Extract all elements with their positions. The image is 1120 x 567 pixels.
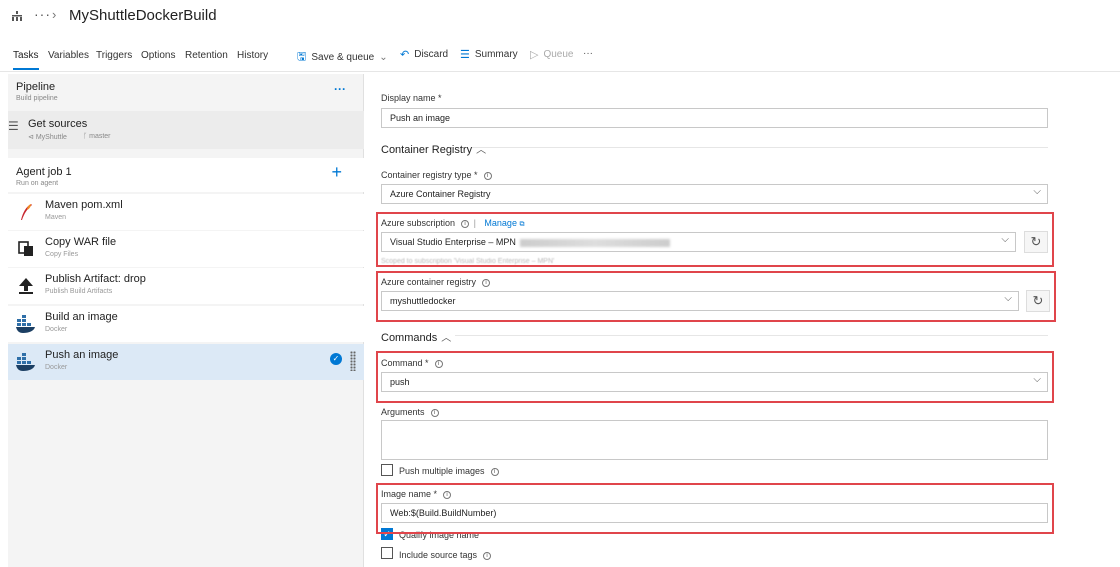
- toolbar-more-button[interactable]: ···: [583, 48, 593, 59]
- save-icon: 🖫: [297, 51, 307, 63]
- breadcrumb-chevron-icon: ›: [52, 7, 57, 22]
- repo-icon: ⊲: [28, 134, 34, 141]
- section-divider: [472, 147, 1048, 148]
- copy-files-icon: [16, 239, 36, 259]
- pipeline-more-button[interactable]: ···: [334, 82, 346, 96]
- chevron-up-icon: ︿: [441, 333, 452, 344]
- list-icon: ☰: [460, 49, 470, 61]
- include-source-tags-label: Include source tags i: [399, 550, 492, 560]
- docker-icon: [16, 352, 36, 372]
- section-divider: [455, 335, 1048, 336]
- info-icon[interactable]: i: [483, 171, 492, 180]
- container-registry-section-header[interactable]: Container Registry ︿: [381, 141, 486, 156]
- top-header: ··· › MyShuttleDockerBuild: [0, 0, 1120, 36]
- task-item-build-image[interactable]: Build an image Docker: [8, 306, 364, 342]
- highlight-box-command: [376, 351, 1054, 403]
- editor-tabs: Tasks Variables Triggers Options Retenti…: [0, 44, 1120, 72]
- chevron-down-icon: ⌄: [379, 52, 388, 63]
- task-item-push-image[interactable]: Push an image Docker ✓: [8, 344, 364, 380]
- highlight-box-subscription: [376, 212, 1054, 267]
- tab-triggers[interactable]: Triggers: [96, 50, 132, 61]
- tab-options[interactable]: Options: [141, 50, 175, 61]
- agent-job-subtitle: Run on agent: [16, 180, 59, 187]
- repo-name: MyShuttle: [35, 134, 67, 141]
- display-name-label: Display name *: [381, 93, 442, 103]
- task-subtitle: Publish Build Artifacts: [45, 288, 113, 295]
- task-title: Push an image: [45, 349, 119, 361]
- checkmark-icon: ✓: [330, 353, 342, 365]
- discard-label: Discard: [414, 49, 449, 60]
- upload-icon: [16, 276, 36, 296]
- include-source-tags-text: Include source tags: [399, 550, 478, 560]
- pipeline-title: MyShuttleDockerBuild: [69, 7, 217, 24]
- info-icon[interactable]: i: [490, 467, 499, 476]
- queue-button[interactable]: ▷ Queue: [530, 48, 574, 61]
- summary-button[interactable]: ☰ Summary: [460, 48, 518, 61]
- registry-type-label-text: Container registry type *: [381, 170, 478, 180]
- display-name-input[interactable]: Push an image: [381, 108, 1048, 128]
- info-icon[interactable]: i: [483, 551, 492, 560]
- task-item-copy-files[interactable]: Copy WAR file Copy Files: [8, 231, 364, 267]
- task-item-maven[interactable]: Maven pom.xml Maven: [8, 194, 364, 230]
- task-title: Publish Artifact: drop: [45, 273, 146, 285]
- add-task-icon[interactable]: +: [331, 162, 342, 183]
- task-subtitle: Maven: [45, 214, 67, 221]
- registry-type-label: Container registry type * i: [381, 170, 492, 180]
- discard-button[interactable]: ↶ Discard: [400, 48, 448, 61]
- pipeline-label: Pipeline: [16, 81, 56, 93]
- push-multiple-images-text: Push multiple images: [399, 466, 485, 476]
- get-sources-meta: ⊲ MyShuttle ᚴ master: [28, 133, 111, 141]
- push-multiple-images-checkbox[interactable]: [381, 464, 393, 476]
- get-sources-item[interactable]: ☰ Get sources ⊲ MyShuttle ᚴ master: [8, 111, 364, 149]
- task-subtitle: Copy Files: [45, 251, 79, 258]
- arguments-label-text: Arguments: [381, 407, 425, 417]
- pipeline-subtitle: Build pipeline: [16, 95, 58, 102]
- save-and-queue-button[interactable]: 🖫 Save & queue ⌄: [297, 48, 388, 67]
- registry-type-select[interactable]: Azure Container Registry: [381, 184, 1048, 204]
- get-sources-title: Get sources: [28, 118, 88, 130]
- info-icon[interactable]: i: [430, 408, 439, 417]
- arguments-label: Arguments i: [381, 407, 439, 417]
- task-title: Copy WAR file: [45, 236, 117, 248]
- undo-icon: ↶: [400, 49, 410, 61]
- breadcrumb-more-button[interactable]: ···: [34, 6, 51, 22]
- agent-job-title: Agent job 1: [16, 166, 72, 178]
- tab-history[interactable]: History: [237, 50, 268, 61]
- push-multiple-images-label: Push multiple images i: [399, 466, 499, 476]
- tab-tasks[interactable]: Tasks: [13, 50, 39, 70]
- highlight-box-image-name: [376, 483, 1054, 534]
- tab-retention[interactable]: Retention: [185, 50, 228, 61]
- branch-name: master: [89, 133, 111, 140]
- commands-section-title: Commands: [381, 332, 438, 344]
- agent-job-item[interactable]: Agent job 1 Run on agent +: [8, 158, 364, 192]
- commands-section-header[interactable]: Commands ︿: [381, 329, 451, 344]
- save-and-queue-label: Save & queue: [311, 52, 375, 63]
- play-icon: ▷: [530, 49, 539, 61]
- task-title: Maven pom.xml: [45, 199, 123, 211]
- pipeline-header[interactable]: Pipeline Build pipeline ···: [8, 74, 364, 108]
- arguments-textarea[interactable]: [381, 420, 1048, 460]
- drag-handle-icon[interactable]: [350, 351, 356, 371]
- queue-label: Queue: [543, 49, 574, 60]
- task-subtitle: Docker: [45, 326, 68, 333]
- task-item-publish-artifact[interactable]: Publish Artifact: drop Publish Build Art…: [8, 268, 364, 304]
- build-pipeline-icon: [12, 11, 22, 21]
- branch-icon: ᚴ: [82, 133, 88, 140]
- summary-label: Summary: [474, 49, 518, 60]
- include-source-tags-checkbox[interactable]: [381, 547, 393, 559]
- pipeline-task-list: Pipeline Build pipeline ··· ☰ Get source…: [8, 74, 364, 567]
- task-title: Build an image: [45, 311, 118, 323]
- highlight-box-registry: [376, 271, 1056, 322]
- tab-variables[interactable]: Variables: [48, 50, 89, 61]
- get-sources-icon: ☰: [8, 119, 19, 133]
- container-registry-section-title: Container Registry: [381, 144, 473, 156]
- maven-feather-icon: [16, 202, 36, 222]
- docker-icon: [16, 314, 36, 334]
- task-subtitle: Docker: [45, 364, 68, 371]
